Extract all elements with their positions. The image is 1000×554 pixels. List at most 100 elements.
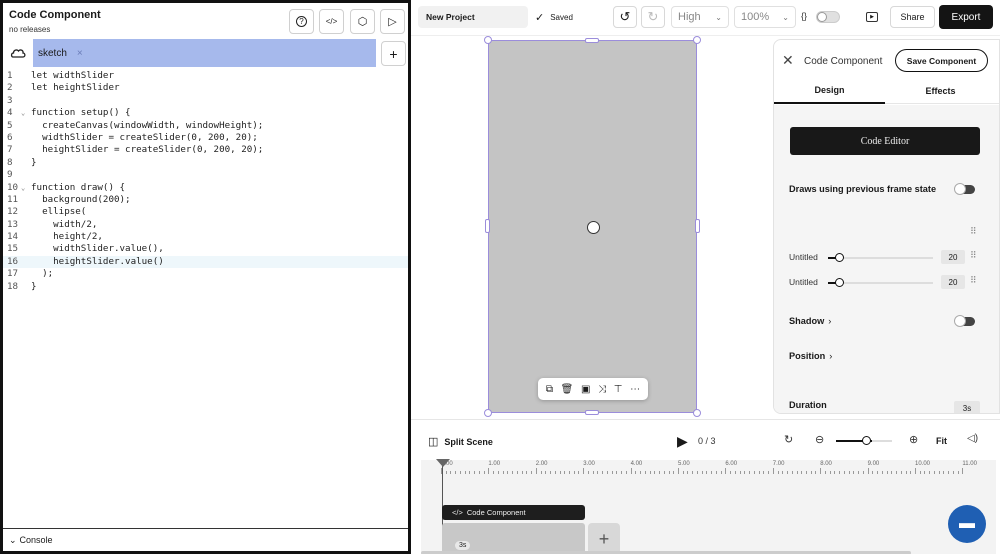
tab-design[interactable]: Design	[774, 77, 885, 104]
drag-handle-icon[interactable]: ⠿	[970, 250, 977, 261]
split-scene-button[interactable]: ◫ Split Scene	[428, 435, 493, 448]
draws-previous-frame-toggle[interactable]	[954, 183, 975, 195]
code-editor[interactable]: 1 let widthSlider 2 let heightSlider 3 4 ⌄ func…	[3, 70, 408, 293]
code-text: widthSlider = createSlider(0, 200, 20);	[31, 131, 258, 143]
code-line[interactable]: 13 width/2,	[3, 219, 408, 231]
volume-icon[interactable]: ◁)	[967, 433, 978, 444]
sketch-canvas[interactable]	[488, 40, 697, 413]
loop-icon[interactable]: ↻	[784, 433, 793, 446]
code-line[interactable]: 6 widthSlider = createSlider(0, 200, 20)…	[3, 132, 408, 144]
tab-effects[interactable]: Effects	[885, 77, 996, 104]
code-line[interactable]: 8}	[3, 157, 408, 169]
add-scene-button[interactable]: +	[588, 523, 620, 554]
playhead-handle[interactable]	[436, 459, 450, 467]
preview-button[interactable]: ▶	[861, 6, 883, 28]
code-line[interactable]: 1 let widthSlider	[3, 70, 408, 82]
slider-track[interactable]	[828, 278, 933, 287]
resize-handle-top-right[interactable]	[693, 36, 701, 44]
ruler-tick	[568, 471, 570, 474]
drag-handle-icon[interactable]: ⠿	[970, 275, 977, 286]
slider-knob[interactable]	[834, 278, 844, 287]
close-icon[interactable]: ×	[77, 48, 83, 59]
zoom-slider-knob[interactable]	[862, 436, 871, 445]
panel-body: Code Editor Draws using previous frame s…	[774, 105, 999, 413]
slider-value[interactable]: 20	[941, 250, 965, 264]
package-button[interactable]: ⬡	[350, 9, 375, 34]
timeline-clip[interactable]: </> Code Component	[442, 505, 585, 520]
quality-select[interactable]: High ⌄	[671, 6, 729, 28]
ruler-tick	[616, 471, 618, 474]
save-component-button[interactable]: Save Component	[895, 49, 988, 72]
code-line[interactable]: 9	[3, 169, 408, 181]
undo-button[interactable]: ↺	[613, 6, 637, 28]
shuffle-icon[interactable]: ⤨	[598, 384, 606, 395]
slider-knob[interactable]	[834, 253, 844, 262]
timeline-track-area[interactable]: 0:00 1.00 2.00 3.00 4.00 5.00 6.00 7.00 8.00 9.00…	[421, 459, 996, 554]
fit-button[interactable]: Fit	[936, 436, 947, 446]
code-line[interactable]: 15 widthSlider.value(),	[3, 243, 408, 255]
code-toggle[interactable]	[816, 11, 840, 23]
code-line[interactable]: 7 heightSlider = createSlider(0, 200, 20…	[3, 144, 408, 156]
drag-handle-icon[interactable]: ⠿	[970, 226, 977, 237]
project-name-field[interactable]: New Project	[418, 6, 528, 28]
share-button[interactable]: Share	[890, 6, 935, 28]
shadow-toggle[interactable]	[954, 315, 975, 327]
ruler-tick	[578, 471, 580, 474]
code-line[interactable]: 4 ⌄ function setup() {	[3, 107, 408, 119]
code-editor-button[interactable]: Code Editor	[790, 127, 980, 155]
tab-sketch[interactable]: sketch ×	[33, 39, 376, 67]
code-line[interactable]: 16 heightSlider.value()	[3, 255, 408, 269]
chat-button[interactable]: ▬	[948, 505, 986, 543]
zoom-slider-track[interactable]	[872, 440, 892, 442]
ruler-tick	[739, 471, 741, 474]
code-line[interactable]: 11 background(200);	[3, 194, 408, 206]
code-line[interactable]: 2 let heightSlider	[3, 82, 408, 94]
save-icon[interactable]: ▣	[581, 384, 590, 395]
ruler-tick	[853, 471, 855, 474]
code-line[interactable]: 3	[3, 95, 408, 107]
position-section[interactable]: Position ›	[789, 351, 832, 361]
ruler-tick	[635, 471, 637, 474]
code-view-button[interactable]: </>	[319, 9, 344, 34]
resize-handle-bottom-left[interactable]	[484, 409, 492, 417]
ruler-tick	[858, 471, 860, 474]
help-button[interactable]: ?	[289, 9, 314, 34]
trash-icon[interactable]: 🗑	[561, 384, 574, 395]
line-number: 13	[7, 218, 19, 230]
resize-handle-top-left[interactable]	[484, 36, 492, 44]
add-file-button[interactable]: +	[381, 41, 406, 66]
resize-handle-bottom[interactable]	[585, 410, 599, 415]
code-line[interactable]: 17 );	[3, 268, 408, 280]
slider-track[interactable]	[828, 253, 933, 262]
zoom-out-icon[interactable]: ⊖	[815, 433, 824, 446]
console-toggle[interactable]: ⌄ Console	[3, 528, 408, 551]
export-button[interactable]: Export	[939, 5, 993, 29]
resize-handle-left[interactable]	[485, 219, 490, 233]
resize-handle-top[interactable]	[585, 38, 599, 43]
tab-label: sketch	[38, 47, 67, 59]
duration-value[interactable]: 3s	[954, 401, 980, 413]
duplicate-icon[interactable]: ⧉	[546, 384, 553, 395]
align-icon[interactable]: ⊤	[614, 384, 623, 395]
close-icon[interactable]: ✕	[782, 52, 794, 69]
ruler-tick	[573, 471, 575, 474]
slider-value[interactable]: 20	[941, 275, 965, 289]
code-line[interactable]: 12 ellipse(	[3, 206, 408, 218]
ruler-tick	[587, 471, 589, 474]
more-icon[interactable]: ⋯	[630, 384, 640, 395]
fold-chevron-icon[interactable]: ⌄	[21, 182, 25, 194]
code-line[interactable]: 14 height/2,	[3, 231, 408, 243]
play-icon[interactable]: ▶	[677, 433, 688, 450]
zoom-select[interactable]: 100% ⌄	[734, 6, 796, 28]
resize-handle-right[interactable]	[695, 219, 700, 233]
code-line[interactable]: 10 ⌄ function draw() {	[3, 182, 408, 194]
fold-chevron-icon[interactable]: ⌄	[21, 107, 25, 119]
resize-handle-bottom-right[interactable]	[693, 409, 701, 417]
code-line[interactable]: 5 createCanvas(windowWidth, windowHeight…	[3, 120, 408, 132]
code-line[interactable]: 18}	[3, 281, 408, 293]
scene-thumbnail[interactable]: 3s	[442, 523, 585, 554]
run-button[interactable]: ▷	[380, 9, 405, 34]
zoom-in-icon[interactable]: ⊕	[909, 433, 918, 446]
redo-button[interactable]: ↻	[641, 6, 665, 28]
shadow-section[interactable]: Shadow ›	[789, 316, 831, 326]
